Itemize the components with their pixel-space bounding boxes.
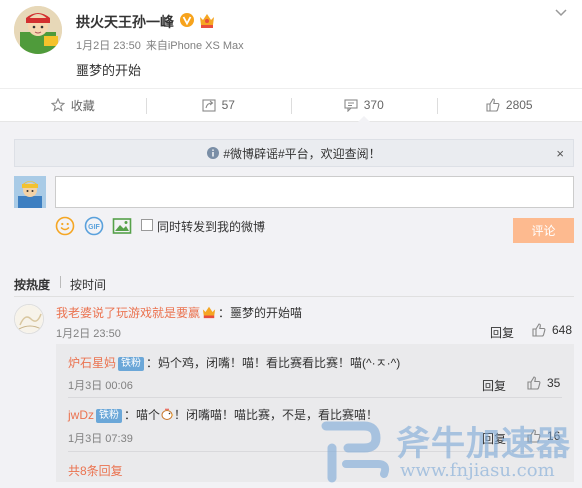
thumbs-up-icon (527, 376, 541, 390)
post-time[interactable]: 1月2日 23:50 (76, 40, 141, 52)
watermark-logo-icon (321, 421, 390, 483)
watermark-title: 斧牛加速器 (396, 425, 571, 463)
chicken-emoji-icon (161, 408, 174, 420)
info-icon (207, 147, 220, 159)
author-avatar[interactable] (14, 6, 62, 54)
notice-bar: #微博辟谣#平台，欢迎查阅！ × (14, 139, 574, 167)
comment-time: 1月2日 23:50 (56, 328, 121, 340)
post-header: 拱火天王孙一峰 1月2日 23:50 来自iPhone XS Max 噩梦的开始 (0, 0, 582, 88)
favorite-label: 收藏 (70, 98, 95, 113)
post-action-bar: 收藏 57 370 2805 (0, 88, 582, 122)
reply-button[interactable]: 回复 (490, 324, 514, 341)
comment-like-button[interactable]: 648 (532, 323, 572, 337)
comment-count: 370 (363, 98, 384, 112)
watermark-url: www.fnjiasu.com (400, 460, 555, 481)
favorite-button[interactable]: 收藏 (0, 89, 146, 121)
forward-count: 57 (221, 98, 235, 112)
reply-like-button[interactable]: 35 (527, 376, 560, 390)
reply-username[interactable]: 炉石星妈 (68, 356, 116, 370)
my-avatar[interactable] (14, 176, 46, 208)
svg-text:GIF: GIF (88, 224, 100, 231)
watermark: 斧牛加速器 www.fnjiasu.com (318, 416, 582, 486)
comment-text-line: 我老婆说了玩游戏就是要赢 ：噩梦的开始喵 (56, 304, 302, 321)
comment-icon (344, 99, 358, 112)
sort-divider (60, 276, 61, 288)
chevron-down-icon[interactable] (554, 8, 568, 18)
verified-icon (180, 13, 194, 27)
vip-crown-icon[interactable] (198, 11, 216, 29)
image-icon[interactable] (112, 216, 132, 236)
comment-input[interactable] (55, 176, 574, 208)
sort-by-hot-tab[interactable]: 按热度 (14, 276, 50, 293)
reply-text: ：妈个鸡，闭嘴！喵！看比赛看比赛！喵(^·ㅈ·^) (146, 356, 401, 370)
reply-button[interactable]: 回复 (482, 377, 506, 394)
comment-avatar[interactable] (14, 304, 44, 334)
fan-badge[interactable]: 铁粉 (96, 409, 122, 423)
thumbs-up-icon (486, 98, 500, 112)
notice-text[interactable]: #微博辟谣#平台，欢迎查阅！ (223, 145, 380, 162)
forward-checkbox[interactable] (141, 219, 153, 231)
forward-icon (202, 99, 216, 112)
fan-badge[interactable]: 铁粉 (118, 357, 145, 371)
reply-time: 1月3日 00:06 (68, 380, 133, 392)
comment-text: ：噩梦的开始喵 (218, 306, 303, 320)
thumbs-up-icon (532, 323, 546, 337)
divider (14, 296, 574, 297)
like-button[interactable]: 2805 (436, 89, 582, 121)
reply-time: 1月3日 07:39 (68, 433, 133, 445)
reply-text-line: 炉石星妈 铁粉 ：妈个鸡，闭嘴！喵！看比赛看比赛！喵(^·ㅈ·^) (68, 354, 400, 371)
post-content: 噩梦的开始 (76, 63, 142, 78)
comment-username[interactable]: 我老婆说了玩游戏就是要赢 (56, 306, 200, 320)
author-name[interactable]: 拱火天王孙一峰 (76, 12, 174, 32)
view-all-replies-link[interactable]: 共8条回复 (68, 462, 123, 479)
reply-like-count: 35 (547, 376, 561, 390)
star-icon (50, 98, 65, 112)
reply-username[interactable]: jwDz (68, 408, 94, 422)
submit-comment-button[interactable]: 评论 (513, 218, 574, 243)
emoji-icon[interactable] (55, 216, 75, 236)
divider (68, 397, 562, 398)
forward-button[interactable]: 57 (145, 89, 292, 121)
like-count: 2805 (505, 98, 533, 112)
comment-button[interactable]: 370 (291, 89, 437, 122)
close-icon[interactable]: × (556, 146, 564, 161)
reply-text-before: ：喵个 (124, 408, 161, 422)
vip-crown-icon[interactable] (201, 305, 217, 319)
sort-by-time-tab[interactable]: 按时间 (70, 276, 106, 293)
post-source-prefix: 来自 (145, 40, 168, 52)
post-source: iPhone XS Max (167, 40, 244, 52)
gif-icon[interactable]: GIF (84, 216, 104, 236)
comment-like-count: 648 (552, 323, 573, 337)
forward-checkbox-label[interactable]: 同时转发到我的微博 (157, 218, 265, 235)
post-meta: 1月2日 23:50 来自iPhone XS Max (76, 37, 249, 53)
